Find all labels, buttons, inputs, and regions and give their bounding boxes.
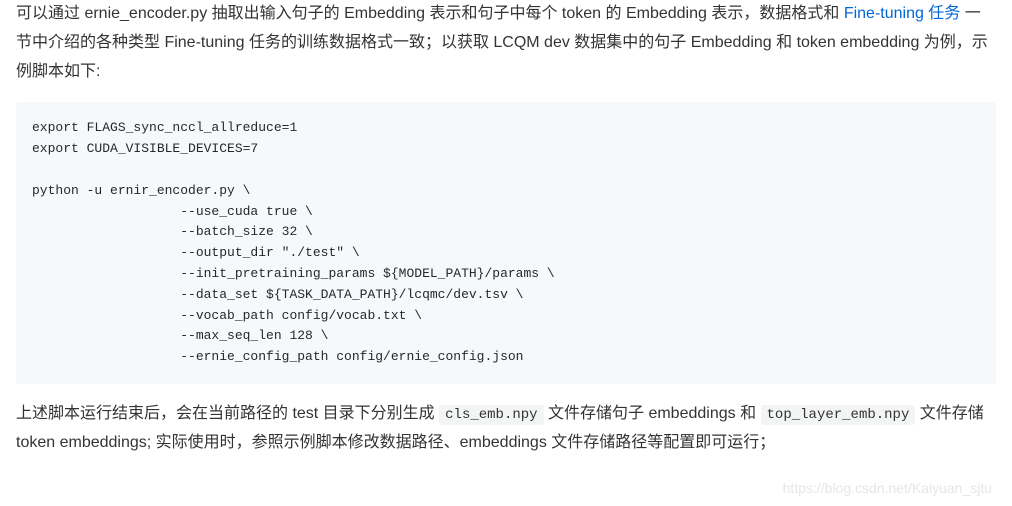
fine-tuning-link[interactable]: Fine-tuning 任务	[844, 5, 961, 22]
outro-text-1: 上述脚本运行结束后，会在当前路径的 test 目录下分别生成	[16, 405, 439, 422]
outro-paragraph: 上述脚本运行结束后，会在当前路径的 test 目录下分别生成 cls_emb.n…	[16, 400, 996, 458]
intro-paragraph: 可以通过 ernie_encoder.py 抽取出输入句子的 Embedding…	[16, 0, 996, 86]
document-content: 可以通过 ernie_encoder.py 抽取出输入句子的 Embedding…	[0, 0, 1012, 458]
intro-text-1: 可以通过 ernie_encoder.py 抽取出输入句子的 Embedding…	[16, 5, 844, 22]
code-block[interactable]: export FLAGS_sync_nccl_allreduce=1 expor…	[16, 102, 996, 384]
outro-text-2: 文件存储句子 embeddings 和	[544, 405, 761, 422]
watermark: https://blog.csdn.net/Kaiyuan_sjtu	[783, 480, 992, 496]
inline-code-top-layer-emb: top_layer_emb.npy	[761, 405, 916, 425]
inline-code-cls-emb: cls_emb.npy	[439, 405, 543, 425]
